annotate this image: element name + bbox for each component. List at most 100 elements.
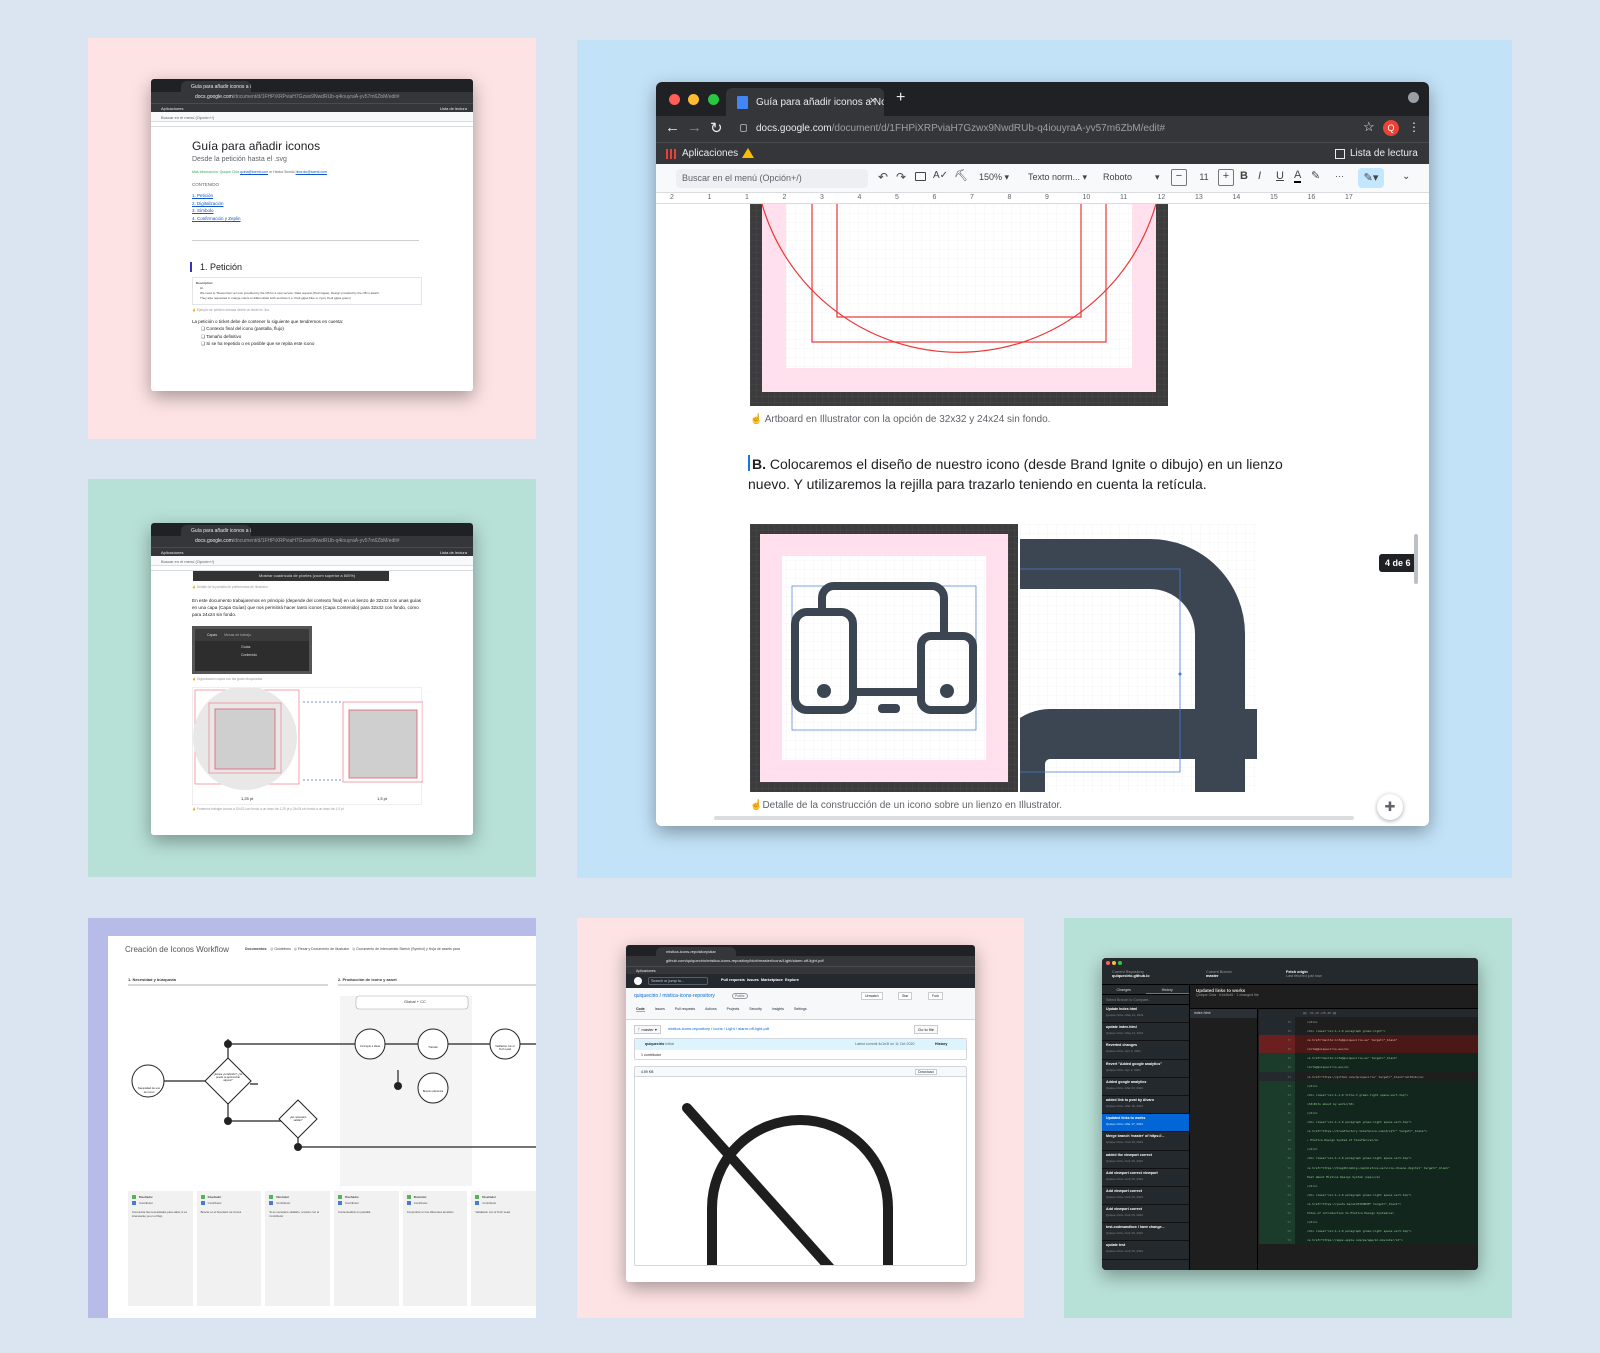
reading-list[interactable]: Lista de lectura	[440, 106, 467, 111]
apps-label[interactable]: Aplicaciones	[161, 106, 183, 111]
repo-tab[interactable]: Projects	[727, 1007, 740, 1012]
tab-close-icon[interactable]: ×	[870, 95, 876, 107]
reading-list-icon[interactable]	[1335, 149, 1345, 159]
kebab-menu-icon[interactable]: ⋮	[1408, 120, 1420, 134]
tab-history[interactable]: History	[1145, 985, 1189, 994]
repo-tab[interactable]: Security	[749, 1007, 762, 1012]
toc-item[interactable]: 1. Petición	[192, 192, 473, 200]
history-link[interactable]: History	[935, 1042, 947, 1046]
reading-list[interactable]: Lista de lectura	[440, 550, 467, 555]
layers-tab[interactable]: Capas	[207, 633, 217, 637]
tab-search-icon[interactable]	[1408, 92, 1419, 103]
star-icon[interactable]: ☆	[1363, 119, 1375, 135]
spellcheck-icon[interactable]: A✓	[933, 170, 948, 181]
commit-list-item[interactable]: Update index.html Quique Ciria • May 14, …	[1102, 1005, 1189, 1024]
layer-row[interactable]: Guías	[195, 641, 309, 649]
reading-list[interactable]: Lista de lectura	[1350, 148, 1418, 159]
zoom-select[interactable]: 150% ▾	[979, 172, 1009, 183]
highlight-icon[interactable]: ✎	[1311, 169, 1320, 182]
commit-list-item[interactable]: update index.html Quique Ciria • May 11, …	[1102, 1023, 1189, 1042]
commit-user[interactable]: quiquecirio	[645, 1042, 664, 1046]
apps-label[interactable]: Aplicaciones	[161, 550, 183, 555]
vertical-scrollbar-thumb[interactable]	[1414, 534, 1418, 584]
horizontal-scrollbar-thumb[interactable]	[714, 816, 1354, 820]
browser-tab[interactable]: Guía para añadir iconos a Nov ×	[726, 88, 884, 116]
repo-tab[interactable]: Code	[636, 1007, 645, 1012]
print-icon[interactable]	[915, 172, 926, 181]
email-link-2[interactable]: hborolo@tuenti.com	[296, 170, 327, 174]
address-bar[interactable]: docs.google.com/document/d/1FHPiXRPviaH7…	[151, 92, 473, 103]
artboards-tab[interactable]: Mesas de trabajo	[224, 633, 251, 637]
nav-link[interactable]: Pull requests	[721, 978, 745, 982]
min-dot[interactable]	[1112, 961, 1117, 965]
email-link-1[interactable]: qciria@tuenti.com	[240, 170, 268, 174]
file-item[interactable]: index.html	[1190, 1009, 1257, 1018]
nav-link[interactable]: Explore	[785, 978, 799, 982]
reload-icon[interactable]: ↻	[710, 119, 723, 137]
commit-list-item[interactable]: added the viewport correct Quique Ciria •…	[1102, 1151, 1189, 1169]
toc-item[interactable]: 3. Símbolo	[192, 207, 473, 215]
new-tab-icon[interactable]: +	[896, 89, 905, 107]
more-button[interactable]: ···	[1335, 171, 1344, 181]
bold-button[interactable]: B	[1240, 170, 1248, 182]
font-select[interactable]: Roboto	[1103, 172, 1132, 182]
nav-link[interactable]: Issues	[747, 978, 759, 982]
commit-list-item[interactable]: Merge branch 'master' of https://... Quiq…	[1102, 1132, 1189, 1151]
fork-button[interactable]: Fork	[928, 992, 943, 1000]
commit-list-item[interactable]: Added google analytics Quique Ciria • Mar…	[1102, 1078, 1189, 1096]
repo-tab[interactable]: Issues	[655, 1007, 665, 1012]
commit-list-item[interactable]: Revert "Added google analytics" Quique Ci…	[1102, 1060, 1189, 1078]
underline-button[interactable]: U	[1276, 170, 1284, 182]
max-dot[interactable]	[707, 94, 719, 105]
browser-tab[interactable]: Guía para añadir iconos a Nov	[181, 525, 251, 536]
fetch-button[interactable]: Fetch origin Last fetched just now	[1286, 970, 1322, 978]
editing-mode-button[interactable]: ✎▾	[1358, 168, 1384, 188]
back-icon[interactable]: ←	[665, 119, 680, 136]
star-button[interactable]: Star	[898, 992, 913, 1000]
font-dropdown-icon[interactable]: ▾	[1155, 172, 1160, 183]
forward-icon[interactable]: →	[687, 119, 702, 136]
download-button[interactable]: Download	[915, 1069, 937, 1075]
branch-compare-input[interactable]: Select Branch to Compare...	[1102, 995, 1189, 1005]
github-logo-icon[interactable]	[634, 977, 642, 985]
repo-tab[interactable]: Insights	[772, 1007, 784, 1012]
font-size-decrease[interactable]: −	[1171, 169, 1187, 186]
commit-list-item[interactable]: Add viewport correct Quique Ciria • Feb 1…	[1102, 1205, 1189, 1224]
repo-selector[interactable]: Current Repository quiquecirio.github.io	[1112, 970, 1150, 978]
address-bar[interactable]: github.com/quiquecirio/mistica-icons-rep…	[626, 956, 975, 966]
menu-search[interactable]: Buscar en el menú (Opción+/)	[161, 115, 214, 120]
menu-search[interactable]: Buscar en el menú (Opción+/)	[161, 559, 214, 564]
paint-format-icon[interactable]: ⛏	[954, 169, 968, 182]
url-field[interactable]: docs.google.com/document/d/1FHPiXRPviaH7…	[734, 119, 1374, 139]
repo-tab[interactable]: Pull requests	[675, 1007, 695, 1012]
commit-list-item[interactable]: update test Quique Ciria • Feb 19, 2021	[1102, 1241, 1189, 1260]
close-dot[interactable]	[669, 94, 680, 105]
browser-tab[interactable]: mistica-icons-repository/alar	[656, 947, 736, 956]
undo-icon[interactable]: ↶	[878, 170, 888, 184]
commit-sha[interactable]: b1d4bd5	[1219, 993, 1233, 997]
nav-link[interactable]: Marketplace	[761, 978, 783, 982]
font-size-field[interactable]: 11	[1191, 169, 1217, 186]
min-dot[interactable]	[688, 94, 700, 105]
commit-list-item[interactable]: added link to post by Alvaro Quique Ciria…	[1102, 1096, 1189, 1115]
branch-select[interactable]: ᚴ master ▾	[634, 1025, 661, 1034]
close-dot[interactable]	[1106, 961, 1110, 965]
apps-grid-icon[interactable]	[666, 149, 676, 159]
toc-item[interactable]: 4. Confirmación y Zeplin	[192, 215, 473, 223]
apps-label[interactable]: Aplicaciones	[636, 969, 656, 973]
style-select[interactable]: Texto norm... ▾	[1028, 172, 1087, 183]
redo-icon[interactable]: ↷	[896, 170, 906, 184]
menu-search-field[interactable]: Buscar en el menú (Opción+/)	[676, 169, 868, 188]
repo-tab[interactable]: Settings	[794, 1007, 807, 1012]
apps-label[interactable]: Aplicaciones	[682, 148, 738, 159]
tab-changes[interactable]: Changes	[1102, 985, 1146, 994]
profile-avatar[interactable]: Q	[1383, 120, 1399, 136]
address-bar[interactable]: docs.google.com/document/d/1FHPiXRPviaH7…	[151, 536, 473, 547]
layer-row[interactable]: Contenido	[195, 649, 309, 657]
text-color-button[interactable]: A	[1294, 169, 1302, 183]
commit-list-item[interactable]: Add viewport correct Quique Ciria • Feb 1…	[1102, 1187, 1189, 1206]
toc-item[interactable]: 2. Digitalización	[192, 200, 473, 208]
github-search[interactable]: Search or jump to...	[648, 977, 708, 985]
collapse-toolbar-icon[interactable]: ⌄	[1402, 171, 1410, 182]
contributors[interactable]: 1 contributor	[641, 1053, 661, 1057]
